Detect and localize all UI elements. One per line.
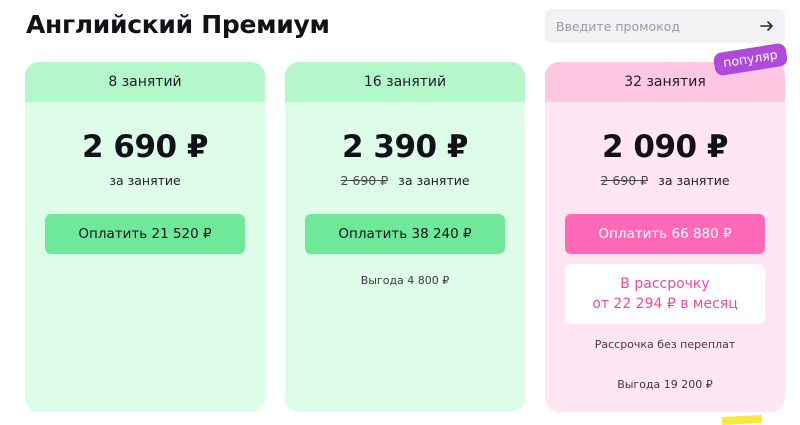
installment-button[interactable]: В рассрочку от 22 294 ₽ в месяц [565, 264, 765, 324]
plan-card-16: 16 занятий 2 390 ₽ 2 690 ₽ за занятие Опл… [285, 62, 525, 412]
promo-code-input[interactable] [556, 18, 746, 34]
per-lesson-label: за занятие [658, 173, 730, 188]
installment-line-2: от 22 294 ₽ в месяц [592, 296, 738, 312]
pay-button[interactable]: Оплатить 21 520 ₽ [45, 214, 245, 254]
plan-per-lesson: 2 690 ₽ за занятие [545, 173, 785, 188]
installment-line-1: В рассрочку [620, 276, 710, 292]
pay-button[interactable]: Оплатить 66 880 ₽ [565, 214, 765, 254]
plan-price: 2 690 ₽ [82, 129, 208, 165]
arrow-right-icon[interactable] [759, 18, 775, 34]
plan-card-32: 32 занятия 2 090 ₽ 2 690 ₽ за занятие Опл… [545, 62, 785, 412]
plan-price: 2 390 ₽ [342, 129, 468, 165]
benefit-label: Выгода 4 800 ₽ [360, 274, 450, 287]
old-price: 2 690 ₽ [600, 173, 649, 188]
old-price: 2 690 ₽ [340, 173, 389, 188]
plan-price: 2 090 ₽ [602, 129, 728, 165]
plan-card-8: 8 занятий 2 690 ₽ за занятие Оплатить 21… [25, 62, 265, 412]
plan-lessons: 16 занятий [285, 62, 525, 102]
page-title: Английский Премиум [26, 10, 330, 39]
per-lesson-label: за занятие [398, 173, 470, 188]
benefit-label: Выгода 19 200 ₽ [617, 378, 713, 391]
plan-per-lesson: 2 690 ₽ за занятие [285, 173, 525, 188]
promo-code-field[interactable] [545, 9, 785, 43]
per-lesson-label: за занятие [109, 173, 181, 188]
pay-button[interactable]: Оплатить 38 240 ₽ [305, 214, 505, 254]
plan-lessons: 8 занятий [25, 62, 265, 102]
decorative-accent [721, 414, 763, 425]
installment-note: Рассрочка без переплат [594, 338, 736, 351]
plan-per-lesson: за занятие [25, 173, 265, 188]
